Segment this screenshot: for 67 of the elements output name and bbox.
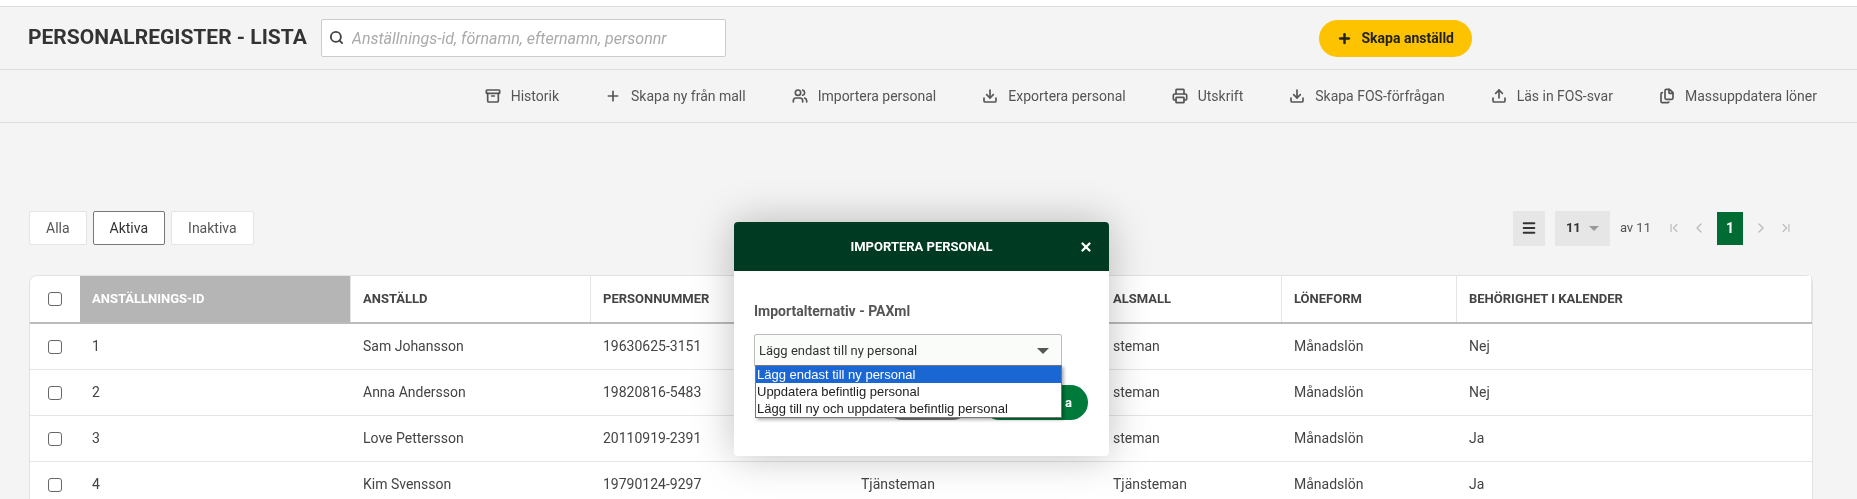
checkbox[interactable] [48,431,62,446]
filter-tab[interactable]: Inaktiva [171,211,254,245]
page-size-select[interactable]: 11 [1554,210,1610,246]
caret-icon [1037,347,1049,354]
table-cell-text: 2 [92,383,100,402]
menu-icon [1520,220,1537,236]
table-cell-text: 20110919-2391 [603,429,702,448]
search-icon [328,30,344,45]
table-cell-text: 19820816-5483 [603,383,702,402]
table-cell-text: 3 [92,429,100,448]
table-cell-text: Månadslön [1294,337,1364,356]
table-cell-text: Månadslön [1294,383,1364,402]
table-cell-text: Månadslön [1294,475,1364,494]
plus-icon [605,88,621,104]
table-cell-text: 19630625-3151 [603,337,702,356]
toolbar-button[interactable]: Skapa ny från mall [605,85,746,107]
toolbar-button[interactable]: Utskrift [1171,85,1244,107]
table-cell-text: Nej [1469,337,1490,356]
plus-icon [1336,30,1352,46]
upload-icon [1490,88,1507,104]
table-cell-text: steman [1113,383,1160,402]
page-total: av 11 [1619,219,1651,238]
import-option-select[interactable]: Lägg endast till ny personal [754,334,1062,367]
checkbox[interactable] [48,477,62,492]
table-cell-text: Nej [1469,383,1490,402]
caret-icon [1588,225,1599,231]
table-cell-text: Sam Johansson [363,337,464,356]
table-cell-text: 4 [92,475,100,494]
table-cell-text: Ja [1469,429,1485,448]
toolbar-button[interactable]: Historik [484,85,559,107]
toolbar-button[interactable]: Massuppdatera löner [1658,85,1817,107]
dialog-title: IMPORTERA PERSONAL [850,237,993,256]
printer-icon [1171,88,1188,104]
table-cell-text: steman [1113,429,1160,448]
table-cell-text: Tjänsteman [1113,475,1187,494]
download-icon [982,88,999,104]
table-cell-text: Kim Svensson [363,475,452,494]
toolbar-button[interactable]: Importera personal [791,85,937,107]
page-button[interactable]: 1 [1717,211,1743,245]
checkbox[interactable] [48,292,62,306]
search-field[interactable]: Anställnings-id, förnamn, efternamn, personnr [320,19,726,57]
dropdown-option[interactable]: Lägg endast till ny personal [756,366,1061,383]
table-cell-text: Anna Andersson [363,383,466,402]
download-icon [1289,88,1306,104]
table-cell-text: 19790124-9297 [603,475,702,494]
table-cell-text: Ja [1469,475,1485,494]
table-cell-text: Månadslön [1294,429,1364,448]
close-icon[interactable] [1079,239,1093,254]
filter-tab[interactable]: Aktiva [92,211,166,245]
filter-tab[interactable]: Alla [29,211,87,245]
create-employee-button[interactable]: Skapa anställd [1318,19,1472,57]
page-title: PERSONALREGISTER - LISTA [28,24,307,52]
menu-button[interactable] [1512,210,1545,246]
toolbar-button[interactable]: Exportera personal [982,85,1126,107]
documents-icon [1658,88,1675,104]
table-cell-text: steman [1113,337,1160,356]
dropdown-option[interactable]: Uppdatera befintlig personal [756,383,1061,400]
table-cell-text: Tjänsteman [861,475,935,494]
table-cell-text: Love Pettersson [363,429,464,448]
toolbar-button[interactable]: Läs in FOS-svar [1490,85,1613,107]
checkbox[interactable] [48,339,62,354]
users-icon [791,88,808,104]
checkbox[interactable] [48,385,62,400]
table-cell-text: 1 [92,337,100,356]
dropdown-option[interactable]: Lägg till ny och uppdatera befintlig personal [756,400,1061,417]
toolbar-button[interactable]: Skapa FOS-förfrågan [1289,85,1445,107]
archive-icon [484,88,501,104]
